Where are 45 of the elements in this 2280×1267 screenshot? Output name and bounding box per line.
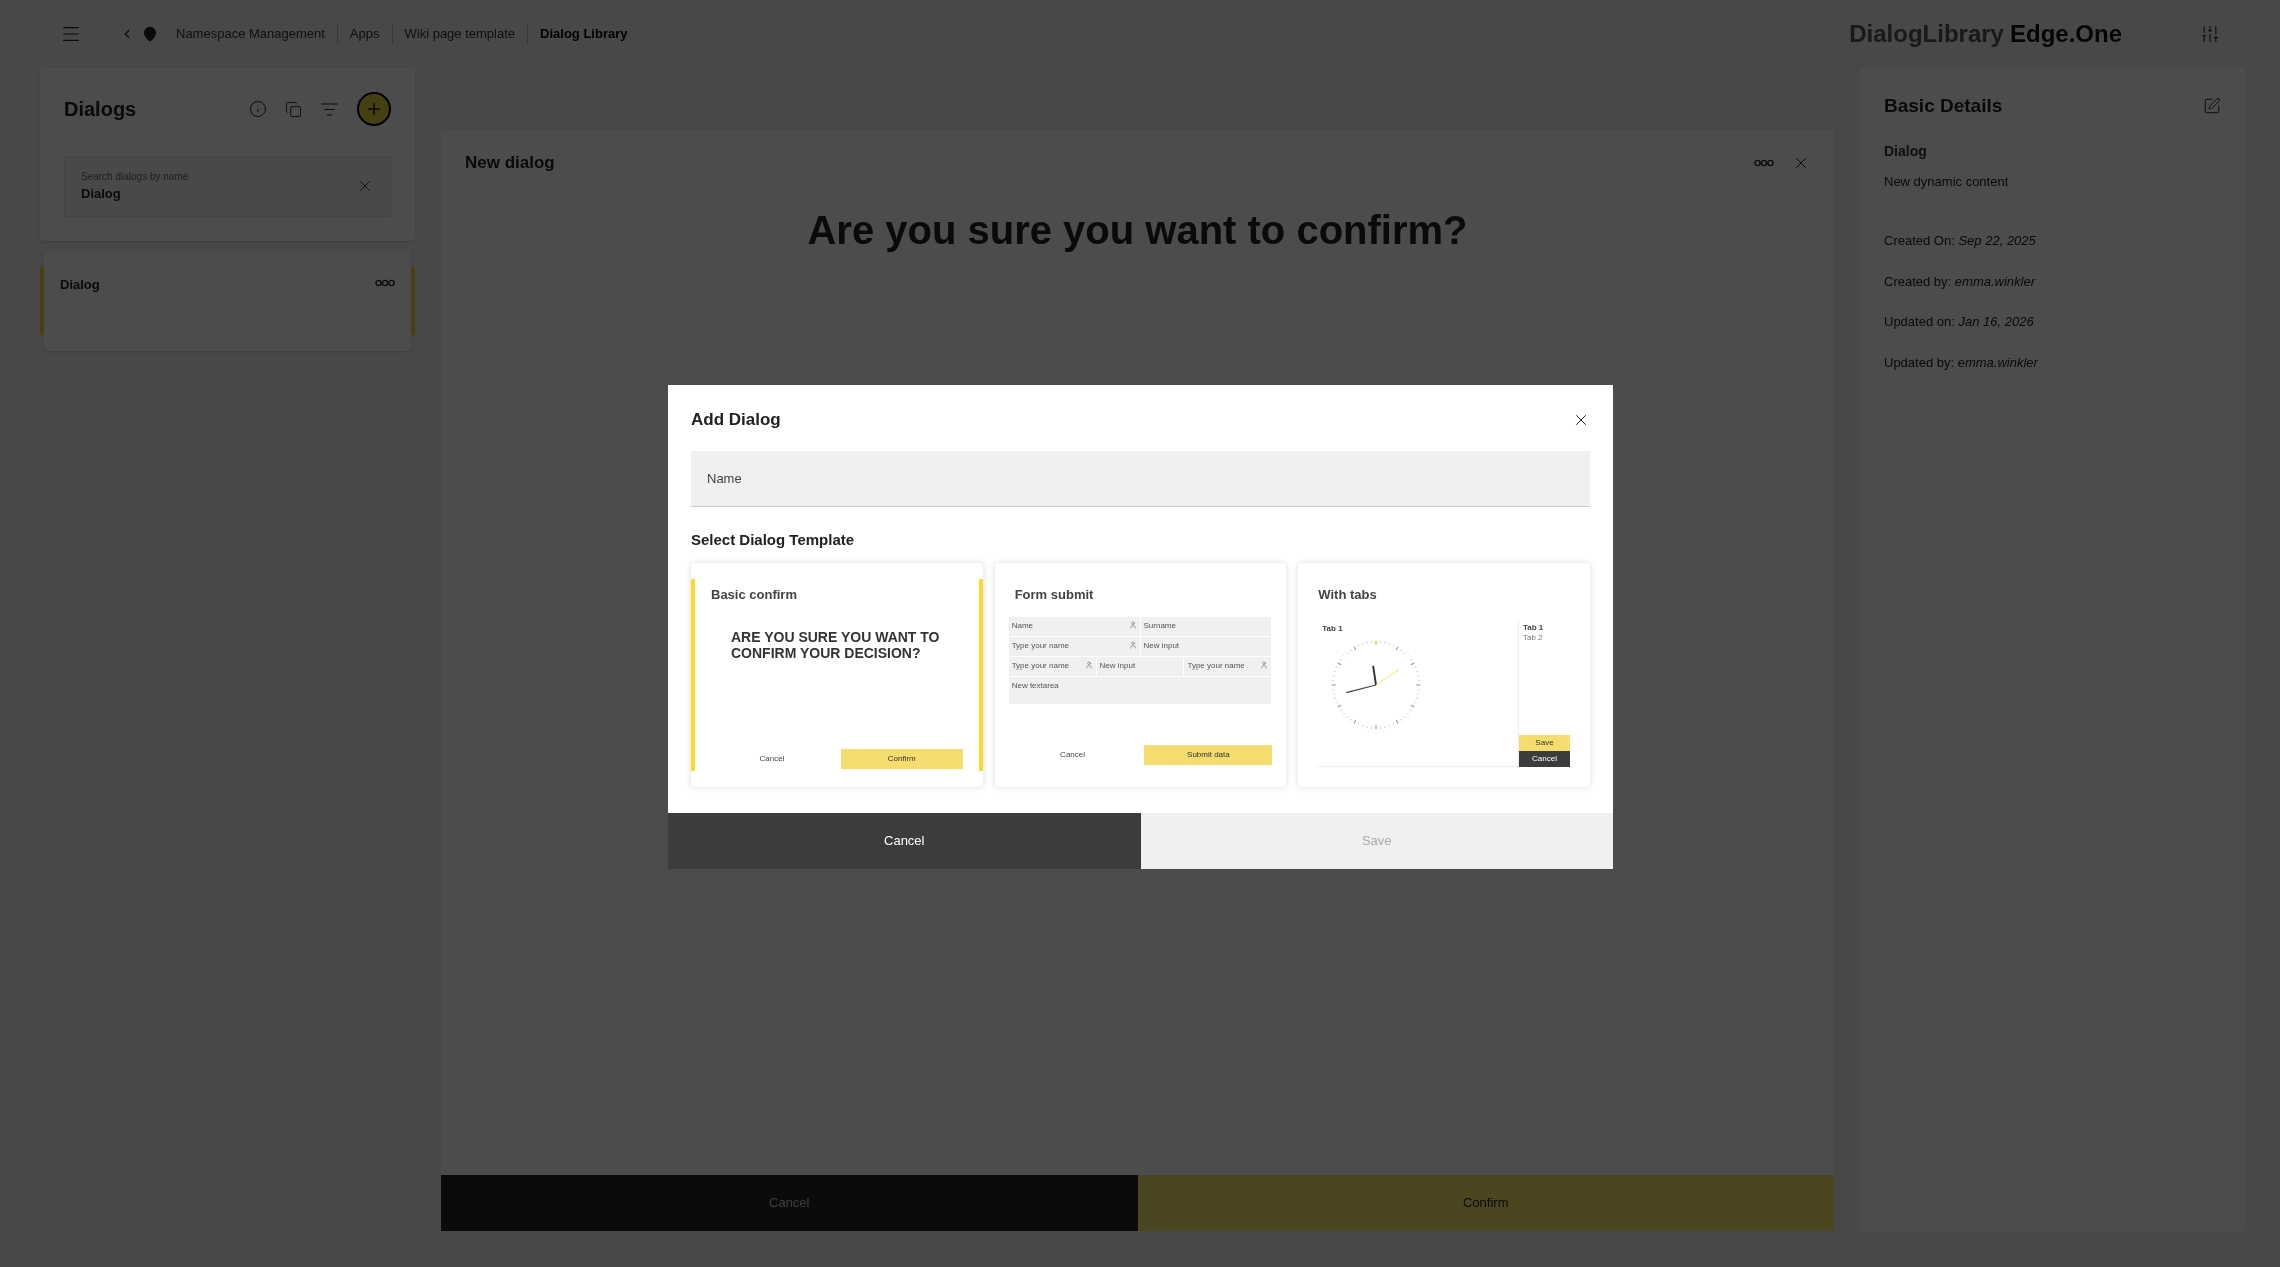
search-value: Dialog [81, 185, 122, 203]
person-icon [1128, 640, 1137, 649]
preview-field-label: New input [1143, 640, 1180, 651]
person-icon [1128, 620, 1137, 629]
preview-submit-button: Submit data [1144, 745, 1273, 765]
dialog-name: Dialog [1884, 141, 1928, 161]
person-icon [1260, 660, 1269, 669]
preview-save-button: Save [1519, 735, 1570, 751]
detail-field: Created On: Sep 22, 2025 [1884, 231, 2221, 251]
template-card[interactable]: With tabs Tab 1 Tab 1 Tab 2 Save Cancel [1298, 563, 1590, 787]
dialog-name: Dialog [60, 275, 100, 294]
details-title: Basic Details [1884, 94, 2003, 118]
preview-cancel-label: Cancel [1059, 749, 1086, 761]
preview-cancel-button: Cancel [1519, 751, 1570, 767]
detail-field: Updated by: emma.winkler [1884, 352, 2221, 372]
template-title: Form submit [1013, 586, 1095, 604]
preview-tab-title: Tab 1 [1322, 622, 1344, 635]
dialog-heading: Are you sure you want to confirm? [806, 206, 1469, 254]
name-input-field[interactable]: Name [691, 450, 1590, 507]
preview-field-label: Type your name [1011, 660, 1070, 671]
preview-question: ARE YOU SURE YOU WANT TO CONFIRM YOUR DECISION? [730, 628, 941, 661]
detail-field: Created by: emma.winkler [1884, 271, 2221, 291]
preview-field-label: Name [1011, 620, 1033, 631]
template-card[interactable]: Basic confirm ARE YOU SURE YOU WANT TO CONFIRM YOUR DECISION? Cancel Confirm [691, 563, 983, 787]
template-title: Basic confirm [710, 586, 798, 604]
preview-field-label: Surname [1143, 620, 1176, 631]
cancel-button[interactable]: Cancel [668, 813, 1141, 869]
person-icon [1084, 660, 1093, 669]
brand-name: Edge.One [2009, 19, 2122, 49]
editor-title: New dialog [465, 152, 555, 174]
modal-title: Add Dialog [691, 409, 781, 431]
section-title: Select Dialog Template [691, 529, 856, 550]
preview-confirm-button: Confirm [840, 749, 963, 769]
preview-field-label: New textarea [1011, 680, 1059, 691]
preview-tab-label: Tab 1 [1522, 622, 1545, 633]
panel-title: Dialogs [64, 97, 137, 122]
detail-field: Updated on: Jan 16, 2026 [1884, 312, 2221, 332]
dialog-description: New dynamic content [1884, 172, 2010, 191]
template-title: With tabs [1317, 586, 1378, 604]
preview-field-label: Type your name [1011, 640, 1070, 651]
preview-cancel-label: Cancel [758, 753, 786, 765]
preview-field-label: New input [1099, 660, 1136, 671]
preview-field-label: Type your name [1187, 660, 1245, 671]
preview-tab-label: Tab 2 [1522, 632, 1544, 643]
template-card[interactable]: Form submit Name Surname Type your name New input Type your name New input Type your name New textarea Cancel Submit data [994, 563, 1287, 787]
